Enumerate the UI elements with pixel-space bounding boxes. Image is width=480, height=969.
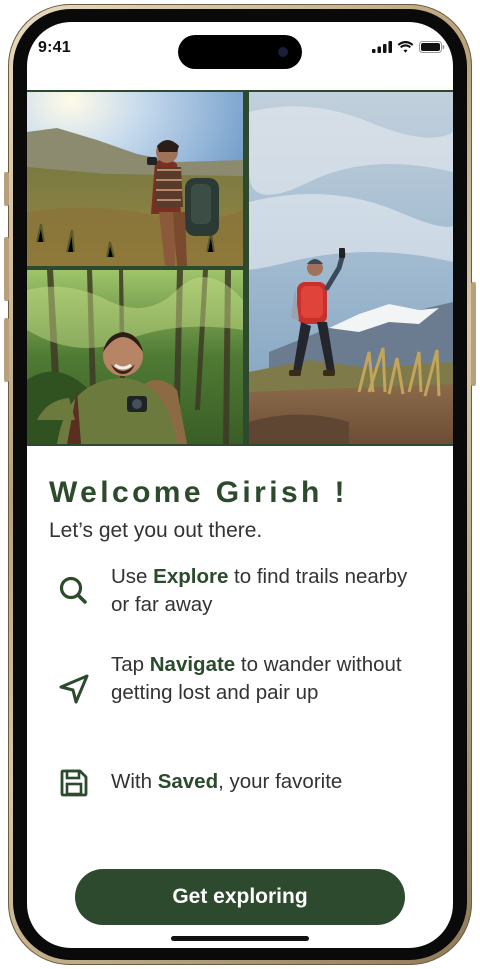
hiker-forest-selfie-photo — [27, 270, 243, 444]
feature-saved: With Saved, your favorite — [49, 766, 439, 802]
feature-explore-keyword: Explore — [153, 565, 229, 588]
volume-down-button — [4, 318, 9, 382]
action-button — [4, 172, 9, 206]
home-indicator[interactable] — [171, 936, 309, 941]
status-icons — [372, 41, 445, 53]
screen: 9:41 Welcome Girish ! Let’s get you out … — [27, 22, 453, 948]
photo-collage — [27, 90, 453, 446]
feature-explore: Use Explore to find trails nearby or far… — [49, 562, 439, 622]
feature-saved-after: , your favorite — [218, 770, 343, 793]
feature-saved-keyword: Saved — [157, 770, 219, 793]
battery-icon — [419, 41, 445, 53]
feature-saved-text: With Saved, your favorite — [111, 768, 431, 796]
wifi-icon — [397, 41, 414, 53]
cellular-signal-icon — [372, 41, 392, 53]
feature-navigate: Tap Navigate to wander without getting l… — [49, 650, 439, 738]
welcome-subtitle: Let’s get you out there. — [49, 519, 263, 542]
feature-navigate-before: Tap — [111, 653, 150, 676]
feature-saved-before: With — [111, 770, 158, 793]
get-exploring-button[interactable]: Get exploring — [75, 869, 405, 925]
welcome-title: Welcome Girish ! — [49, 476, 348, 509]
navigate-arrow-icon — [59, 674, 89, 704]
feature-navigate-keyword: Navigate — [149, 653, 236, 676]
volume-up-button — [4, 237, 9, 301]
save-disk-icon — [60, 769, 88, 797]
feature-explore-before: Use — [111, 565, 154, 588]
feature-explore-text: Use Explore to find trails nearby or far… — [111, 563, 431, 619]
search-icon — [59, 576, 87, 604]
hiker-mountain-summit-photo — [249, 92, 453, 444]
camera-icon — [278, 47, 288, 57]
feature-navigate-text: Tap Navigate to wander without getting l… — [111, 651, 431, 707]
hiker-valley-photo — [27, 92, 243, 266]
status-bar: 9:41 — [27, 22, 453, 88]
status-time: 9:41 — [38, 39, 71, 56]
dynamic-island — [178, 35, 302, 69]
power-button — [471, 282, 476, 386]
